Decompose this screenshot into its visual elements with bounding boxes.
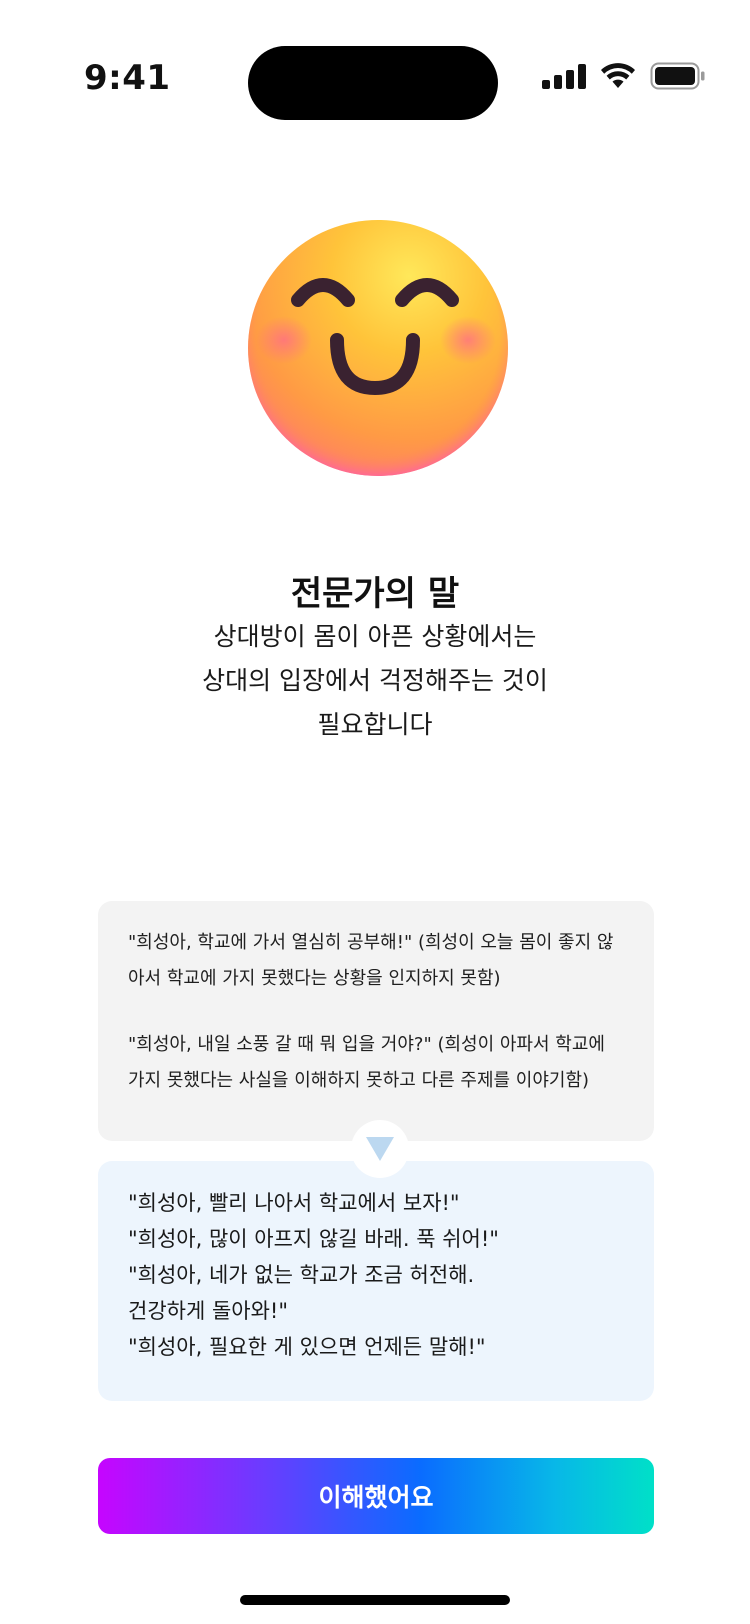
expert-line: 상대방이 몸이 아픈 상황에서는 <box>213 622 537 651</box>
understood-button[interactable]: 이해했어요 <box>98 1458 654 1534</box>
good-example-line: "희성아, 필요한 게 있으면 언제든 말해!" <box>128 1335 486 1359</box>
dynamic-island <box>248 46 498 120</box>
status-bar: 9:41 <box>0 0 750 150</box>
bad-example-text: "희성아, 학교에 가서 열심히 공부해!" (희성이 오늘 몸이 좋지 않아서… <box>128 932 614 989</box>
home-indicator[interactable] <box>240 1595 510 1605</box>
bad-example-text: "희성아, 내일 소풍 갈 때 뭐 입을 거야?" (희성이 아파서 학교에 가… <box>128 1034 605 1091</box>
signal-icon <box>542 63 586 89</box>
smiling-face-emoji <box>248 220 508 476</box>
good-example-line: "희성아, 많이 아프지 않길 바래. 푹 쉬어!" <box>128 1227 499 1251</box>
expert-line: 필요합니다 <box>317 710 433 739</box>
expert-line: 상대의 입장에서 걱정해주는 것이 <box>202 666 548 695</box>
arrow-down-icon <box>366 1137 394 1161</box>
good-example-card: "희성아, 빨리 나아서 학교에서 보자!" "희성아, 많이 아프지 않길 바… <box>98 1161 654 1401</box>
status-icons <box>542 62 706 90</box>
status-time: 9:41 <box>84 58 171 98</box>
battery-icon <box>650 62 705 90</box>
wifi-icon <box>601 63 635 88</box>
arrow-connector <box>351 1120 409 1178</box>
expert-title: 전문가의 말 <box>290 574 460 614</box>
good-example-line: 건강하게 돌아와!" <box>128 1299 288 1323</box>
good-example-line: "희성아, 네가 없는 학교가 조금 허전해. <box>128 1263 475 1287</box>
bad-example-card: "희성아, 학교에 가서 열심히 공부해!" (희성이 오늘 몸이 좋지 않아서… <box>98 901 654 1141</box>
expert-description: 상대방이 몸이 아픈 상황에서는 상대의 입장에서 걱정해주는 것이 필요합니다 <box>0 615 750 747</box>
good-example-line: "희성아, 빨리 나아서 학교에서 보자!" <box>128 1191 460 1215</box>
